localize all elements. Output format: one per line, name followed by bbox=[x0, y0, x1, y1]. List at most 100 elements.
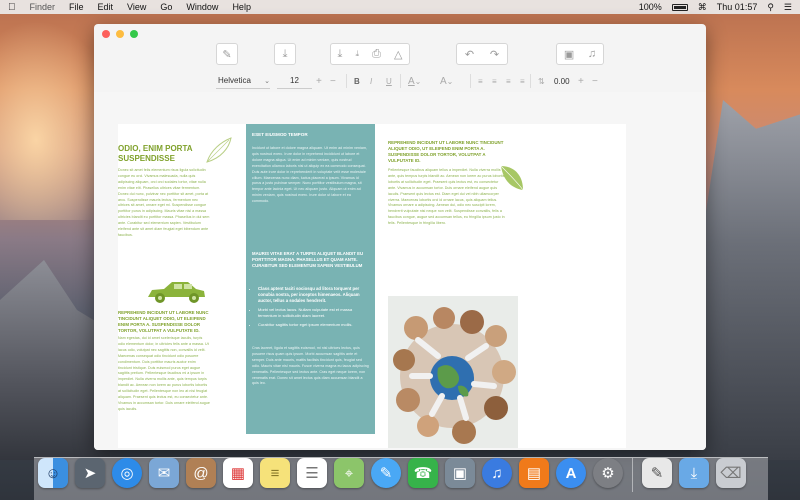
safari-icon[interactable]: ◎ bbox=[112, 458, 142, 488]
menu-go[interactable]: Go bbox=[160, 2, 172, 12]
font-size-field[interactable]: 12 bbox=[277, 73, 312, 89]
font-family-value: Helvetica bbox=[218, 76, 251, 85]
menu-window[interactable]: Window bbox=[186, 2, 218, 12]
col2-header: ESET EIUSMOD TEMPOR bbox=[252, 132, 369, 137]
share-icon[interactable]: △ bbox=[394, 48, 402, 61]
bold-button[interactable]: B bbox=[354, 73, 360, 89]
chevron-down-icon: ⌄ bbox=[446, 76, 454, 86]
align-left-button[interactable]: ≡ bbox=[478, 73, 483, 89]
group-photo-image bbox=[388, 296, 518, 448]
ibooks-icon[interactable]: ▤ bbox=[519, 458, 549, 488]
export-pdf-icon[interactable]: ⤓ bbox=[355, 49, 359, 59]
col2-body2[interactable]: Cras laoreet, ligula et sagittis euismod… bbox=[252, 346, 369, 387]
chevron-down-icon: ⌄ bbox=[414, 76, 422, 86]
downloads-folder-icon[interactable]: ⤓ bbox=[679, 458, 709, 488]
col1-body2[interactable]: Nam egestas, dui id amet scelerisque iac… bbox=[118, 336, 210, 413]
leaf-illustration bbox=[500, 165, 524, 191]
text-color-icon: A bbox=[408, 75, 415, 87]
menu-file[interactable]: File bbox=[69, 2, 84, 12]
spacing-value: 0.00 bbox=[554, 76, 570, 86]
text-color-button[interactable]: A ⌄ bbox=[408, 73, 421, 89]
pencil-icon: ✎ bbox=[222, 48, 232, 61]
font-size-decrease[interactable]: − bbox=[330, 73, 336, 89]
title-bar[interactable] bbox=[94, 24, 706, 44]
photos-icon[interactable]: ▣ bbox=[445, 458, 475, 488]
col3-heading[interactable]: REPREHEND INCIDUNT UT LABORE NUNC TINCID… bbox=[388, 140, 506, 164]
col2-bullet-list: Class aptent taciti sociosqu ad litora t… bbox=[258, 286, 369, 330]
font-size-increase[interactable]: + bbox=[316, 73, 322, 89]
image-icon[interactable]: ▣ bbox=[564, 48, 574, 61]
print-icon[interactable]: ⎙ bbox=[372, 48, 381, 61]
trash-icon[interactable]: ⌫ bbox=[716, 458, 746, 488]
spotlight-icon[interactable]: ⚲ bbox=[767, 2, 774, 13]
contacts-icon[interactable]: @ bbox=[186, 458, 216, 488]
menu-app-name[interactable]: Finder bbox=[30, 2, 56, 12]
list-item[interactable]: Curabitur sagittis tortor eget ipsum ele… bbox=[258, 322, 369, 328]
undo-icon[interactable]: ↶ bbox=[465, 48, 474, 61]
underline-button[interactable]: U bbox=[386, 73, 392, 89]
menu-edit[interactable]: Edit bbox=[98, 2, 114, 12]
align-right-button[interactable]: ≡ bbox=[506, 73, 511, 89]
highlight-color-button[interactable]: A ⌄ bbox=[440, 73, 453, 89]
textedit-icon[interactable]: ✎ bbox=[642, 458, 672, 488]
list-item[interactable]: Class aptent taciti sociosqu ad litora t… bbox=[258, 286, 369, 304]
col2-body[interactable]: Incidunt ut labore et dolore magna aliqu… bbox=[252, 146, 369, 205]
appstore-icon[interactable]: A bbox=[556, 458, 586, 488]
close-button[interactable] bbox=[102, 30, 110, 38]
menu-view[interactable]: View bbox=[127, 2, 146, 12]
battery-icon[interactable] bbox=[671, 3, 688, 11]
download-icon: ⤓ bbox=[282, 47, 288, 60]
italic-button[interactable]: I bbox=[370, 73, 372, 89]
spacing-decrease[interactable]: − bbox=[592, 73, 598, 89]
maps-icon[interactable]: ⌖ bbox=[334, 458, 364, 488]
undo-redo-group: ↶ ↷ bbox=[456, 43, 508, 65]
menu-bar:  Finder File Edit View Go Window Help 1… bbox=[0, 0, 800, 14]
underline-icon: U bbox=[386, 76, 392, 86]
document-canvas[interactable]: ODIO, ENIM PORTA SUSPENDISSE Donec sit a… bbox=[94, 92, 706, 450]
mail-icon[interactable]: ✉ bbox=[149, 458, 179, 488]
apple-menu-icon[interactable]:  bbox=[8, 2, 16, 13]
notification-center-icon[interactable]: ☰ bbox=[784, 2, 792, 13]
menu-clock[interactable]: Thu 01:57 bbox=[717, 2, 758, 12]
calendar-icon[interactable]: ▦ bbox=[223, 458, 253, 488]
facetime-icon[interactable]: ☎ bbox=[408, 458, 438, 488]
highlight-icon: A bbox=[440, 75, 447, 87]
align-center-button[interactable]: ≡ bbox=[492, 73, 497, 89]
minimize-button[interactable] bbox=[116, 30, 124, 38]
col1-heading[interactable]: ODIO, ENIM PORTA SUSPENDISSE bbox=[118, 144, 208, 164]
line-spacing-button[interactable]: ⇅ bbox=[538, 73, 545, 89]
col2-heading[interactable]: ESET EIUSMOD TEMPOR bbox=[252, 132, 369, 137]
music-icon[interactable]: ♫ bbox=[588, 48, 596, 60]
dock-separator bbox=[632, 458, 633, 492]
brochure-page[interactable]: ODIO, ENIM PORTA SUSPENDISSE Donec sit a… bbox=[118, 124, 626, 448]
spacing-increase[interactable]: + bbox=[578, 73, 584, 89]
system-preferences-icon[interactable]: ⚙ bbox=[593, 458, 623, 488]
col3-body[interactable]: Pellentesque faucibus aliquam tellus a i… bbox=[388, 168, 506, 227]
itunes-icon[interactable]: ♫ bbox=[482, 458, 512, 488]
edit-button[interactable]: ✎ bbox=[216, 43, 238, 65]
document-window: ✎ ⤓ ⤓ ⤓ ⎙ △ ↶ ↷ ▣ ♫ Helvetica ⌄ 12 + − B… bbox=[94, 24, 706, 450]
wifi-icon[interactable]: ⌘ bbox=[698, 2, 707, 13]
export-icon[interactable]: ⤓ bbox=[338, 48, 343, 61]
finder-icon[interactable]: ☺ bbox=[38, 458, 68, 488]
messages-icon[interactable]: ✎ bbox=[371, 458, 401, 488]
redo-icon[interactable]: ↷ bbox=[490, 48, 499, 61]
export-group: ⤓ ⤓ ⎙ △ bbox=[330, 43, 410, 65]
font-family-select[interactable]: Helvetica ⌄ bbox=[216, 73, 270, 89]
justify-button[interactable]: ≡ bbox=[520, 73, 525, 89]
plus-icon: + bbox=[316, 75, 322, 87]
reminders-icon[interactable]: ☰ bbox=[297, 458, 327, 488]
list-item[interactable]: Morbi vel lectus lacus. Nullam vulputate… bbox=[258, 307, 369, 319]
col1-body[interactable]: Donec sit amet felis elementum risus lig… bbox=[118, 168, 210, 239]
spacing-field[interactable]: 0.00 bbox=[554, 73, 570, 89]
fullscreen-button[interactable] bbox=[130, 30, 138, 38]
menu-help[interactable]: Help bbox=[232, 2, 251, 12]
battery-percent[interactable]: 100% bbox=[639, 2, 662, 12]
col1-subheading[interactable]: REPREHEND INCIDUNT UT LABORE NUNC TINCID… bbox=[118, 310, 213, 334]
col2-subheading[interactable]: MAURIS VITAE ERAT A TURPIS ALIQUET BLAND… bbox=[252, 251, 369, 268]
notes-icon[interactable]: ≡ bbox=[260, 458, 290, 488]
minus-icon: − bbox=[592, 75, 598, 87]
launchpad-icon[interactable]: ➤ bbox=[75, 458, 105, 488]
dock-icons: ☺ ➤ ◎ ✉ @ ▦ ≡ ☰ ⌖ ✎ ☎ ▣ ♫ ▤ A ⚙ ✎ ⤓ ⌫ bbox=[38, 458, 746, 492]
save-button[interactable]: ⤓ bbox=[274, 43, 296, 65]
